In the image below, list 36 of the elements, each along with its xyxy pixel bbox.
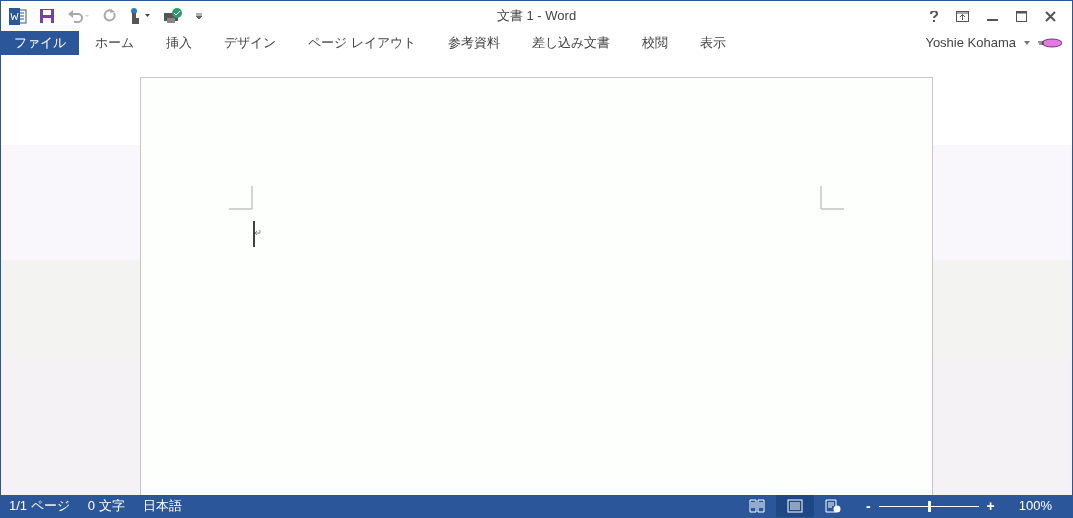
close-icon[interactable]: [1045, 10, 1056, 22]
ribbon-display-icon[interactable]: [956, 10, 969, 22]
ribbon-tab[interactable]: 校閲: [628, 31, 681, 55]
ribbon-tab[interactable]: 表示: [686, 31, 739, 55]
touch-icon[interactable]: [129, 8, 151, 24]
customize-caret-icon[interactable]: [195, 12, 203, 20]
page-icon: [786, 499, 803, 513]
status-text: 0 文字: [87, 497, 125, 516]
book-icon: [748, 499, 765, 513]
status-text: 日本語: [142, 497, 182, 516]
file-tab[interactable]: ファイル: [1, 31, 79, 55]
ribbon-tab[interactable]: ページ レイアウト: [295, 31, 429, 55]
word-logo-icon[interactable]: [9, 7, 27, 25]
avatar-icon: [1038, 38, 1062, 48]
zoom-in-button[interactable]: +: [982, 495, 999, 517]
zoom-out-button[interactable]: -: [861, 495, 875, 517]
user-name[interactable]: Yoshie Kohama: [925, 33, 1016, 53]
printer-icon[interactable]: [163, 8, 183, 24]
ribbon-tab[interactable]: ホーム: [82, 31, 147, 55]
margin-corner-icon: [229, 186, 253, 210]
help-icon[interactable]: [930, 10, 938, 22]
status-text: 1/1 ページ: [9, 497, 70, 516]
margin-corner-icon: [820, 186, 844, 210]
ribbon-tab[interactable]: 差し込み文書: [518, 31, 623, 55]
zoom-slider-thumb[interactable]: [927, 500, 931, 512]
text-cursor-icon: [253, 221, 261, 247]
web-page-icon: [824, 499, 841, 513]
caret-icon[interactable]: [1024, 41, 1030, 45]
ribbon-tab[interactable]: デザイン: [211, 31, 289, 55]
save-icon[interactable]: [39, 8, 55, 24]
zoom-slider[interactable]: [878, 500, 979, 512]
ribbon-tab[interactable]: 挿入: [153, 31, 205, 55]
zoom-level[interactable]: 100%: [1018, 496, 1052, 516]
maximize-icon[interactable]: [1016, 10, 1027, 22]
window-title: 文書 1 - Word: [496, 7, 577, 26]
ribbon-tab[interactable]: 参考資料: [434, 31, 513, 55]
